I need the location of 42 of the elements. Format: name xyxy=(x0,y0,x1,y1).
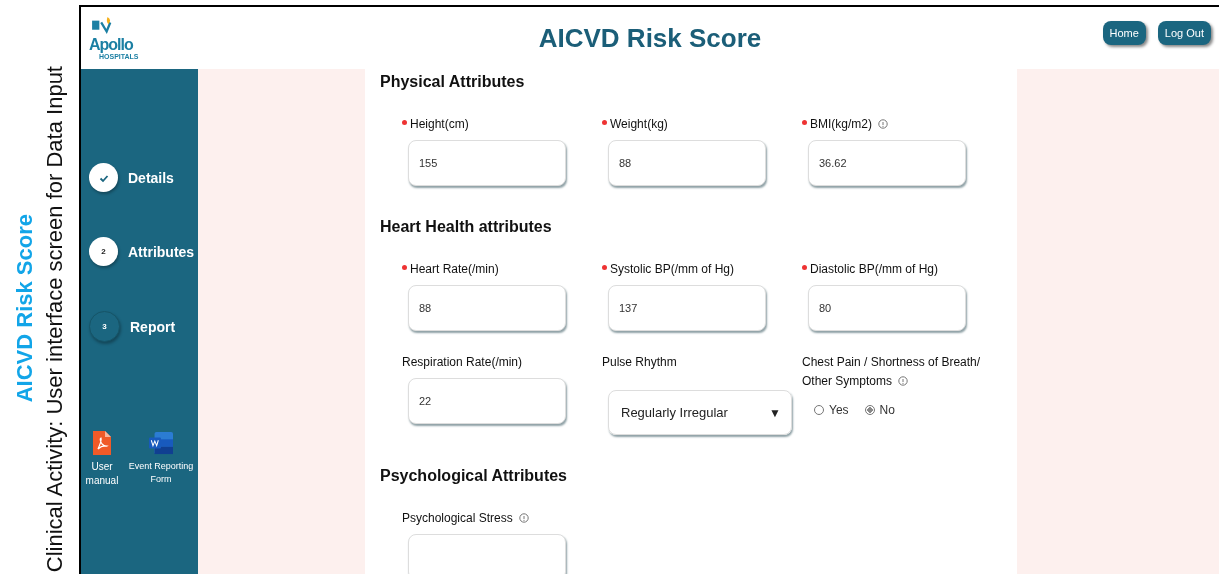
step-number: 2 xyxy=(89,237,118,266)
field-label: Heart Rate(/min) xyxy=(410,261,499,278)
field-label: Chest Pain / Shortness of Breath/ Other Symptoms xyxy=(802,354,982,390)
step-label[interactable]: Attributes xyxy=(128,243,195,260)
pdf-file-icon[interactable] xyxy=(93,430,111,456)
page-title: AICVD Risk Score xyxy=(538,22,762,54)
step-label[interactable]: Details xyxy=(128,169,174,186)
field-label: Respiration Rate(/min) xyxy=(402,354,523,371)
radio-option[interactable]: No xyxy=(864,403,895,417)
field-label: BMI(kg/m2) xyxy=(810,115,888,134)
resource-link[interactable]: User manual xyxy=(85,460,119,488)
step-label[interactable]: Report xyxy=(130,318,176,335)
info-icon[interactable] xyxy=(898,376,909,386)
section-title: Physical Attributes xyxy=(380,73,526,91)
section-title: Heart Health attributes xyxy=(380,218,553,236)
field-label: Systolic BP(/mm of Hg) xyxy=(610,261,735,278)
step-done-icon xyxy=(89,163,118,192)
resource-link[interactable]: Event Reporting Form xyxy=(125,460,197,486)
caption-subtitle: Clinical Activity: User interface screen for Data Input xyxy=(41,65,68,572)
field-label: Diastolic BP(/mm of Hg) xyxy=(810,261,939,278)
header-button[interactable]: Log Out xyxy=(1157,21,1211,45)
caption-title: AICVD Risk Score xyxy=(11,213,38,402)
input-field[interactable]: 88 xyxy=(408,285,566,331)
info-icon[interactable] xyxy=(878,119,888,129)
section-title: Psychological Attributes xyxy=(380,467,568,485)
dropdown[interactable]: Regularly Irregular ▼ xyxy=(608,390,792,435)
input-field[interactable]: 36.62 xyxy=(808,140,966,186)
input-field[interactable]: 137 xyxy=(608,285,766,331)
input-field[interactable] xyxy=(408,534,566,574)
input-field[interactable]: 80 xyxy=(808,285,966,331)
input-field[interactable]: 88 xyxy=(608,140,766,186)
input-field[interactable]: 155 xyxy=(408,140,566,186)
header-button[interactable]: Home xyxy=(1102,21,1146,45)
radio-option[interactable]: Yes xyxy=(814,403,849,417)
input-field[interactable]: 22 xyxy=(408,378,566,424)
field-label: Height(cm) xyxy=(410,116,469,133)
step-number: 3 xyxy=(89,311,120,342)
field-label: Pulse Rhythm xyxy=(602,354,677,371)
info-icon[interactable] xyxy=(518,513,529,523)
word-document-icon[interactable] xyxy=(149,430,173,456)
field-label: Weight(kg) xyxy=(610,116,668,133)
field-label: Psychological Stress xyxy=(402,509,529,528)
